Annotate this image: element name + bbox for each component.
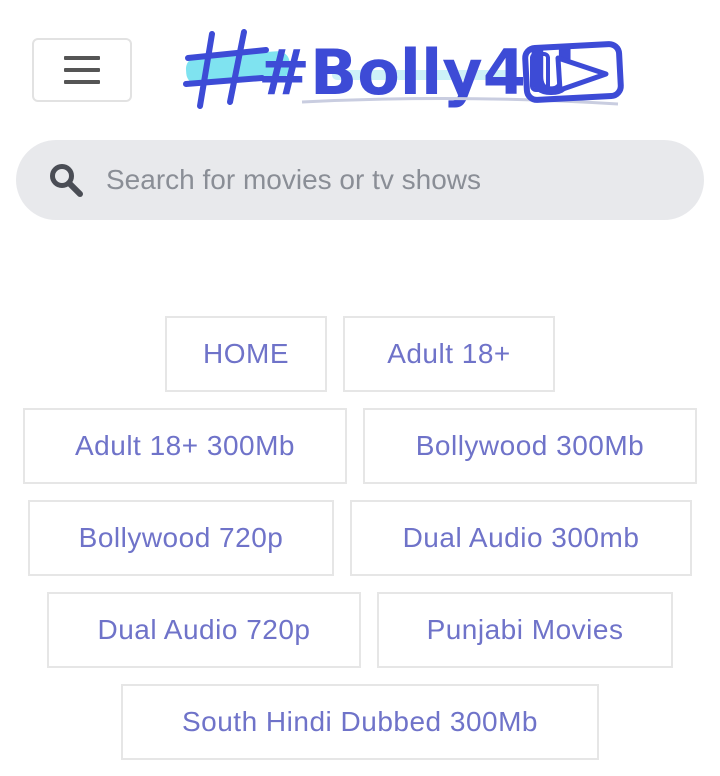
hamburger-menu-icon [64,56,100,84]
category-nav: HOME Adult 18+ Adult 18+ 300Mb Bollywood… [0,316,720,776]
search-bar [16,140,704,220]
nav-row: South Hindi Dubbed 300Mb [0,684,720,760]
nav-item-dual-audio-300mb[interactable]: Dual Audio 300mb [350,500,692,576]
nav-row: HOME Adult 18+ [0,316,720,392]
nav-item-bollywood-300mb[interactable]: Bollywood 300Mb [363,408,697,484]
nav-row: Bollywood 720p Dual Audio 300mb [0,500,720,576]
nav-item-south-hindi-dubbed-300mb[interactable]: South Hindi Dubbed 300Mb [121,684,599,760]
nav-item-home[interactable]: HOME [165,316,327,392]
search-input[interactable] [104,154,674,206]
site-logo[interactable]: #Bolly4U [182,24,628,116]
search-icon[interactable] [46,160,86,200]
nav-item-punjabi-movies[interactable]: Punjabi Movies [377,592,673,668]
nav-row: Adult 18+ 300Mb Bollywood 300Mb [0,408,720,484]
nav-item-adult-18-300mb[interactable]: Adult 18+ 300Mb [23,408,347,484]
nav-item-dual-audio-720p[interactable]: Dual Audio 720p [47,592,361,668]
menu-button[interactable] [32,38,132,102]
nav-row: Dual Audio 720p Punjabi Movies [0,592,720,668]
nav-item-bollywood-720p[interactable]: Bollywood 720p [28,500,334,576]
nav-item-adult-18[interactable]: Adult 18+ [343,316,555,392]
site-header: #Bolly4U [0,0,720,130]
